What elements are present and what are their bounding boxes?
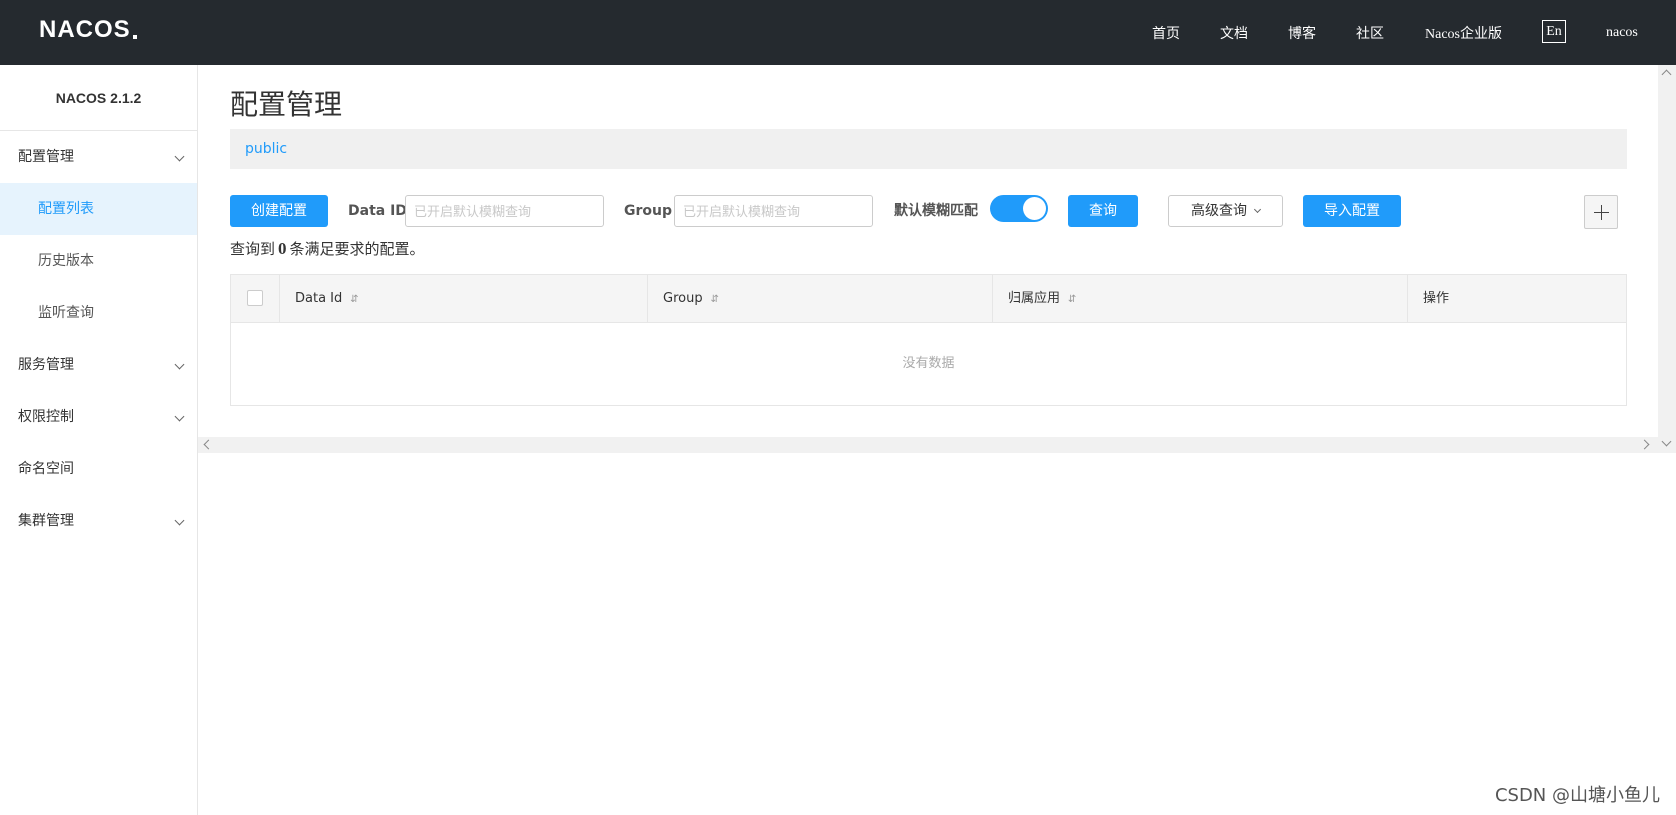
chevron-down-icon bbox=[174, 151, 185, 162]
config-table: Data Id ⇵ Group ⇵ 归属应用 ⇵ 操作 没有数据 bbox=[230, 274, 1627, 406]
column-header-app[interactable]: 归属应用 ⇵ bbox=[992, 275, 1407, 323]
top-navbar: NACOS 首页 文档 博客 社区 Nacos企业版 En nacos bbox=[0, 0, 1676, 65]
advanced-query-button[interactable]: 高级查询 bbox=[1168, 195, 1283, 227]
sidebar-group-label: 服务管理 bbox=[18, 357, 74, 373]
column-label: 归属应用 bbox=[1008, 291, 1061, 306]
version-label: NACOS 2.1.2 bbox=[0, 65, 197, 131]
watermark: CSDN @山塘小鱼儿 bbox=[1494, 785, 1660, 806]
sidebar-group-label: 集群管理 bbox=[18, 513, 74, 529]
horizontal-scrollbar[interactable] bbox=[198, 437, 1658, 453]
vertical-scrollbar[interactable] bbox=[1658, 65, 1676, 453]
create-config-button[interactable]: 创建配置 bbox=[230, 195, 328, 227]
nav-blog-link[interactable]: 博客 bbox=[1288, 0, 1316, 65]
user-menu[interactable]: nacos bbox=[1606, 0, 1638, 65]
sort-icon[interactable]: ⇵ bbox=[350, 294, 358, 305]
sidebar-group-cluster-management[interactable]: 集群管理 bbox=[0, 495, 197, 547]
nav-community-link[interactable]: 社区 bbox=[1356, 0, 1384, 65]
sidebar-group-label: 配置管理 bbox=[18, 149, 74, 165]
select-all-checkbox[interactable] bbox=[247, 290, 263, 306]
sidebar-group-access-control[interactable]: 权限控制 bbox=[0, 391, 197, 443]
sidebar: NACOS 2.1.2 配置管理 配置列表 历史版本 监听查询 服务管理 权限控… bbox=[0, 65, 198, 815]
sidebar-group-label: 命名空间 bbox=[18, 461, 74, 477]
column-header-data-id[interactable]: Data Id ⇵ bbox=[279, 275, 647, 323]
scroll-right-icon[interactable] bbox=[1639, 439, 1650, 450]
result-count: 0 bbox=[278, 239, 287, 258]
chevron-down-icon bbox=[174, 411, 185, 422]
scroll-left-icon[interactable] bbox=[203, 439, 214, 450]
column-header-actions: 操作 bbox=[1407, 275, 1626, 323]
page-title: 配置管理 bbox=[230, 88, 343, 121]
group-input[interactable] bbox=[674, 195, 873, 227]
nacos-logo[interactable]: NACOS bbox=[39, 16, 137, 43]
toggle-knob bbox=[1023, 197, 1046, 220]
group-label: Group bbox=[624, 203, 673, 219]
result-suffix: 条满足要求的配置。 bbox=[289, 240, 425, 258]
sidebar-group-service-management[interactable]: 服务管理 bbox=[0, 339, 197, 391]
chevron-down-icon bbox=[174, 359, 185, 370]
logo-dot bbox=[132, 35, 137, 39]
language-toggle-button[interactable]: En bbox=[1542, 20, 1566, 43]
column-header-group[interactable]: Group ⇵ bbox=[647, 275, 992, 323]
query-button[interactable]: 查询 bbox=[1068, 195, 1138, 227]
add-icon[interactable] bbox=[1584, 195, 1618, 229]
nav-enterprise-link[interactable]: Nacos企业版 bbox=[1425, 0, 1502, 65]
sort-icon[interactable]: ⇵ bbox=[711, 294, 719, 305]
scroll-up-icon[interactable] bbox=[1661, 69, 1672, 80]
chevron-down-icon bbox=[1253, 205, 1262, 214]
sidebar-group-config-management[interactable]: 配置管理 bbox=[0, 131, 197, 183]
advanced-query-label: 高级查询 bbox=[1191, 203, 1247, 219]
sidebar-item-config-list[interactable]: 配置列表 bbox=[0, 183, 197, 235]
sidebar-item-history[interactable]: 历史版本 bbox=[0, 235, 197, 287]
chevron-down-icon bbox=[174, 515, 185, 526]
nav-home-link[interactable]: 首页 bbox=[1152, 0, 1180, 65]
sidebar-item-label: 监听查询 bbox=[38, 305, 94, 321]
empty-state-text: 没有数据 bbox=[902, 356, 955, 371]
sidebar-item-label: 历史版本 bbox=[38, 253, 94, 269]
sort-icon[interactable]: ⇵ bbox=[1068, 294, 1076, 305]
fuzzy-match-label: 默认模糊匹配 bbox=[894, 203, 978, 219]
logo-text: NACOS bbox=[39, 16, 131, 43]
data-id-input[interactable] bbox=[405, 195, 604, 227]
column-label: Data Id bbox=[295, 291, 343, 306]
sidebar-item-namespace[interactable]: 命名空间 bbox=[0, 443, 197, 495]
sidebar-group-label: 权限控制 bbox=[18, 409, 74, 425]
data-id-label: Data ID bbox=[348, 203, 407, 219]
result-summary: 查询到 0 条满足要求的配置。 bbox=[230, 237, 425, 261]
scroll-down-icon[interactable] bbox=[1661, 436, 1672, 447]
main-content: 配置管理 public 创建配置 Data ID Group 默认模糊匹配 查询… bbox=[198, 65, 1658, 453]
table-header: Data Id ⇵ Group ⇵ 归属应用 ⇵ 操作 bbox=[231, 275, 1626, 323]
fuzzy-match-toggle[interactable] bbox=[990, 195, 1048, 222]
namespace-bar: public bbox=[230, 129, 1627, 169]
sidebar-item-listener-query[interactable]: 监听查询 bbox=[0, 287, 197, 339]
result-prefix: 查询到 bbox=[230, 240, 276, 258]
namespace-public-link[interactable]: public bbox=[245, 129, 287, 169]
column-label: Group bbox=[663, 291, 703, 306]
import-config-button[interactable]: 导入配置 bbox=[1303, 195, 1401, 227]
nav-docs-link[interactable]: 文档 bbox=[1220, 0, 1248, 65]
column-label: 操作 bbox=[1423, 291, 1450, 306]
sidebar-item-label: 配置列表 bbox=[38, 201, 94, 217]
